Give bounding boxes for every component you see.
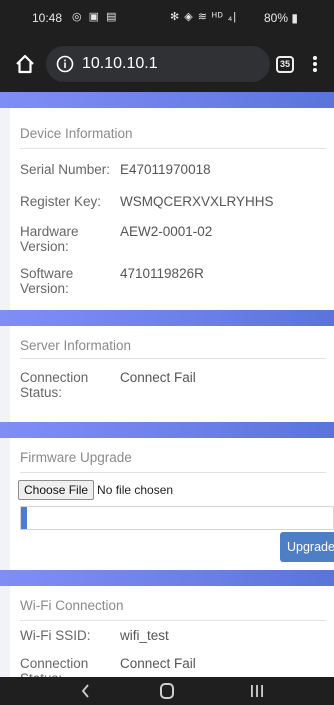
hardware-version-label: Hardware Version: xyxy=(20,224,79,254)
file-picker: Choose File No file chosen xyxy=(18,480,173,500)
serial-number-value: E47011970018 xyxy=(120,162,211,177)
software-version-label: Software Version: xyxy=(20,266,74,296)
status-time: 10:48 xyxy=(32,11,63,25)
server-info-title: Server Information xyxy=(20,338,132,353)
firmware-title: Firmware Upgrade xyxy=(20,450,132,465)
back-icon[interactable] xyxy=(80,684,92,698)
divider xyxy=(20,148,326,149)
home-button-icon[interactable] xyxy=(160,683,174,699)
info-icon[interactable] xyxy=(56,55,74,73)
register-key-value: WSMQCERXVXLRYHHS xyxy=(120,194,274,209)
more-menu-icon[interactable] xyxy=(310,53,320,75)
wifi-title: Wi-Fi Connection xyxy=(20,598,124,613)
wifi-ssid-value: wifi_test xyxy=(120,628,169,643)
wifi-ssid-label: Wi-Fi SSID: xyxy=(20,628,91,643)
wifi-connection-value: Connect Fail xyxy=(120,656,196,671)
status-bar: 10:48 ◎ ▣ ▤ ✻ ◈ ≋ ᴴᴰ ₄| 80% ▮ xyxy=(0,0,334,36)
system-icons: ✻ ◈ ≋ ᴴᴰ ₄| xyxy=(170,11,238,23)
hardware-version-value: AEW2-0001-02 xyxy=(120,224,213,239)
file-status: No file chosen xyxy=(97,483,174,497)
android-nav-bar xyxy=(0,677,334,705)
register-key-label: Register Key: xyxy=(20,194,102,209)
router-page: Device Information Serial Number: E47011… xyxy=(0,92,334,677)
recent-apps-icon[interactable] xyxy=(250,684,264,698)
device-info-title: Device Information xyxy=(20,126,133,141)
progress-fill xyxy=(21,507,28,529)
section-band xyxy=(0,310,334,326)
server-connection-value: Connect Fail xyxy=(120,370,196,385)
battery-indicator: 80% ▮ xyxy=(264,11,298,25)
choose-file-button[interactable]: Choose File xyxy=(18,480,95,500)
section-band xyxy=(0,92,334,108)
tabs-count-icon[interactable]: 35 xyxy=(276,56,294,73)
url-text[interactable]: 10.10.10.1 xyxy=(82,55,158,73)
section-band xyxy=(0,570,334,586)
server-connection-label: Connection Status: xyxy=(20,370,89,400)
home-icon[interactable] xyxy=(14,53,36,75)
wifi-connection-label: Connection Status: xyxy=(20,656,89,677)
notification-icons: ◎ ▣ ▤ xyxy=(72,11,119,23)
divider xyxy=(20,620,326,621)
browser-toolbar: 10.10.10.1 35 xyxy=(0,36,334,92)
divider xyxy=(20,472,326,473)
address-bar[interactable] xyxy=(46,46,270,82)
divider xyxy=(20,358,326,359)
serial-number-label: Serial Number: xyxy=(20,162,111,177)
upgrade-progress-bar xyxy=(20,506,334,530)
section-band xyxy=(0,422,334,438)
upgrade-button[interactable]: Upgrade xyxy=(280,532,334,562)
software-version-value: 4710119826R xyxy=(120,266,204,281)
